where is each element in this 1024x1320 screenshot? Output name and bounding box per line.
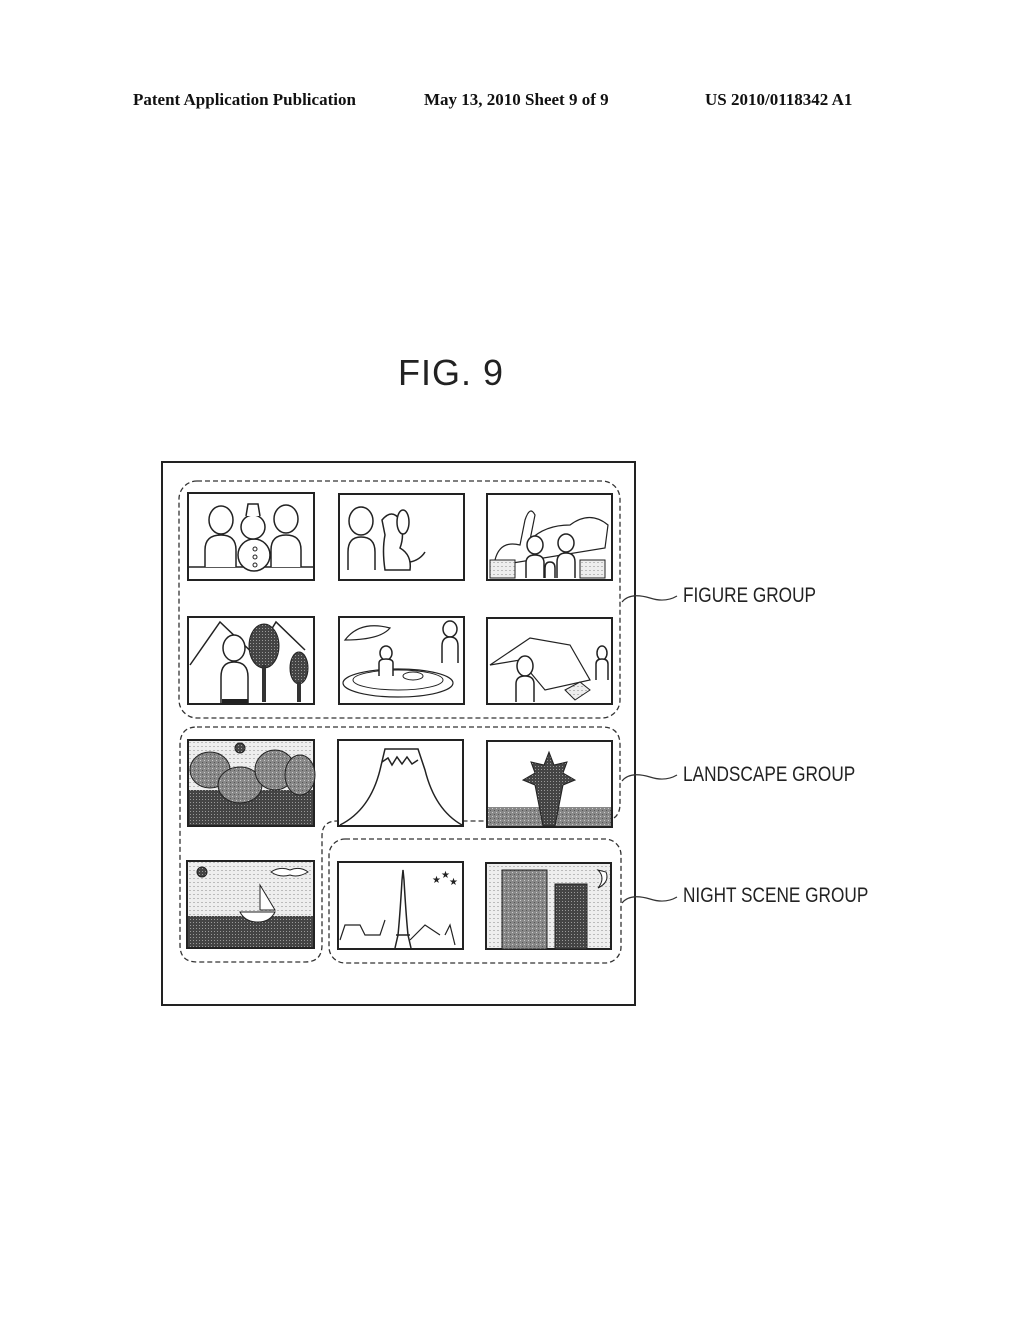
figure-diagram: ★ ★ ★ (161, 461, 678, 1006)
thumbnail-buildings-with-moon[interactable] (485, 862, 612, 950)
thumbnail-people-camping-tent[interactable] (486, 617, 613, 705)
thumbnail-sunset-over-sea[interactable] (486, 740, 613, 828)
night-scene-group-label: NIGHT SCENE GROUP (683, 884, 869, 907)
thumbnail-forest-with-sun[interactable] (187, 739, 316, 827)
thumbnail-people-with-snowman[interactable] (187, 492, 315, 581)
thumbnail-eiffel-tower-with-stars[interactable]: ★ ★ ★ (337, 861, 464, 950)
thumbnail-family-at-zoo[interactable] (486, 493, 613, 581)
thumbnail-person-with-dog[interactable] (338, 493, 465, 581)
figure-group-leader (621, 595, 678, 603)
figure-group-label: FIGURE GROUP (683, 584, 816, 607)
thumbnail-person-with-mountain-trees[interactable] (187, 616, 315, 705)
landscape-group-label: LANDSCAPE GROUP (683, 763, 856, 786)
svg-text:★: ★ (432, 875, 441, 886)
thumbnail-sailboat-on-sea[interactable] (186, 860, 315, 949)
night-scene-group-leader (621, 896, 678, 904)
thumbnail-people-at-park-fountain[interactable] (338, 616, 465, 705)
svg-text:★: ★ (449, 877, 458, 888)
thumbnail-mount-fuji[interactable] (337, 739, 464, 827)
landscape-group-leader (621, 774, 678, 782)
